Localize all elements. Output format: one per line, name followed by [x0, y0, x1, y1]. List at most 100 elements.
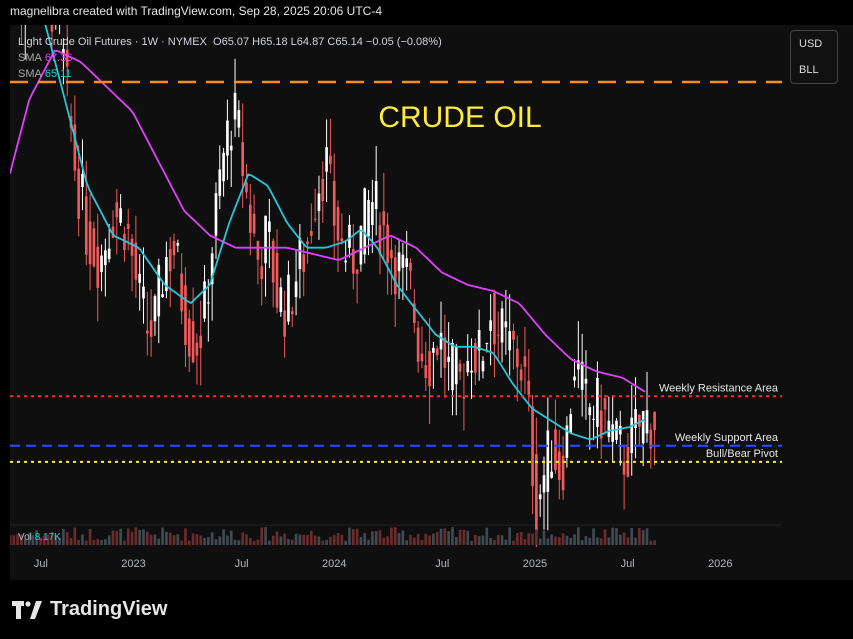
volume-bar	[653, 540, 656, 545]
candle-body	[535, 454, 538, 532]
candle-body	[306, 241, 309, 245]
volume-bar	[351, 529, 355, 545]
volume-bar	[279, 536, 283, 545]
volume-bar	[111, 530, 115, 545]
sma-fast-line	[44, 25, 646, 441]
candle-body	[344, 260, 347, 263]
candle-body	[504, 321, 508, 328]
candle-body	[596, 377, 599, 427]
volume-bar	[428, 535, 431, 545]
volume-bar	[374, 531, 378, 545]
candle-body	[390, 250, 393, 259]
volume-bar	[203, 538, 206, 545]
currency-selector[interactable]: USD BLL	[790, 30, 838, 84]
sma2-label[interactable]: SMA	[18, 68, 42, 80]
candle-body	[191, 321, 195, 363]
volume-bar	[447, 531, 450, 545]
candle-body	[329, 155, 332, 165]
volume-bar	[237, 540, 241, 545]
candle-body	[325, 147, 328, 172]
volume-bar	[100, 540, 103, 545]
volume-bar	[626, 537, 630, 545]
volume-bar	[245, 534, 248, 545]
volume-bar	[359, 536, 363, 545]
volume-bar	[378, 530, 382, 545]
volume-bar	[187, 540, 191, 545]
volume-bar	[10, 534, 12, 545]
candle-body	[645, 410, 649, 434]
sma2-value: 65.11	[44, 68, 72, 80]
volume-bar	[477, 536, 481, 545]
currency-usd[interactable]: USD	[791, 31, 837, 57]
candle-body	[481, 360, 485, 372]
sma1-label[interactable]: SMA	[18, 52, 42, 64]
volume-bar	[363, 533, 367, 545]
price-chart[interactable]: 60.0064.0068.0072.0076.0080.0084.0088.00…	[10, 25, 782, 580]
volume-bar	[130, 531, 134, 545]
candle-body	[519, 369, 523, 381]
volume-bar	[466, 530, 470, 545]
candle-body	[134, 242, 138, 280]
candle-body	[618, 425, 622, 435]
x-tick-label: 2026	[708, 558, 732, 570]
candle-body	[432, 347, 435, 353]
candle-body	[241, 142, 245, 176]
x-tick-label: 2024	[322, 558, 346, 570]
level-annotation: Weekly Resistance Area	[659, 382, 779, 394]
candle-body	[454, 346, 458, 385]
volume-bar	[172, 535, 176, 545]
volume-bar	[508, 527, 512, 545]
volume-bar	[489, 537, 492, 545]
candle-body	[374, 180, 378, 210]
volume-bar	[550, 534, 553, 545]
candle-body	[393, 257, 397, 295]
volume-bar	[96, 538, 100, 545]
candle-body	[153, 296, 157, 322]
candle-body	[424, 365, 428, 379]
volume-bar	[592, 528, 595, 545]
volume-bar	[584, 536, 588, 545]
volume-bar	[454, 537, 458, 545]
volume-bar	[519, 532, 523, 545]
volume-bar	[611, 527, 614, 545]
volume-bar	[107, 535, 111, 545]
candle-body	[50, 25, 54, 32]
volume-bar	[504, 539, 508, 545]
volume-bar	[145, 531, 149, 545]
candle-body	[439, 332, 443, 350]
candle-body	[401, 254, 405, 268]
chart-pane[interactable]: 60.0064.0068.0072.0076.0080.0084.0088.00…	[10, 25, 782, 580]
volume-bar	[557, 537, 561, 545]
volume-bar	[462, 529, 466, 545]
chart-frame: magnelibra created with TradingView.com,…	[0, 0, 853, 639]
x-tick-label: Jul	[235, 558, 249, 570]
tradingview-brand[interactable]: TradingView	[12, 598, 167, 621]
candle-body	[88, 221, 92, 265]
volume-bar	[603, 529, 607, 545]
volume-bar	[134, 527, 138, 545]
candle-body	[573, 376, 576, 381]
candle-body	[367, 200, 370, 237]
volume-bar	[367, 539, 370, 545]
candle-body	[207, 302, 210, 304]
volume-bar	[412, 537, 416, 545]
candle-body	[180, 273, 183, 312]
volume-bar	[420, 540, 424, 545]
candle-body	[287, 274, 290, 322]
currency-bll[interactable]: BLL	[791, 57, 837, 83]
volume-bar	[157, 538, 161, 545]
candle-body	[359, 225, 363, 265]
volume-bar	[207, 537, 210, 545]
tradingview-logo-icon	[12, 600, 42, 619]
candle-body	[245, 182, 248, 193]
volume-bar	[645, 528, 649, 545]
level-annotation: Bull/Bear Pivot	[706, 448, 778, 460]
volume-bar	[165, 531, 168, 545]
chart-title: CRUDE OIL	[378, 101, 541, 134]
volume-bar	[336, 532, 340, 545]
symbol-label[interactable]: Light Crude Oil Futures · 1W · NYMEX	[18, 36, 207, 48]
candle-body	[256, 240, 260, 260]
candle-body	[321, 178, 325, 202]
price-scale-panel[interactable]	[782, 25, 853, 580]
candle-body	[84, 196, 88, 255]
